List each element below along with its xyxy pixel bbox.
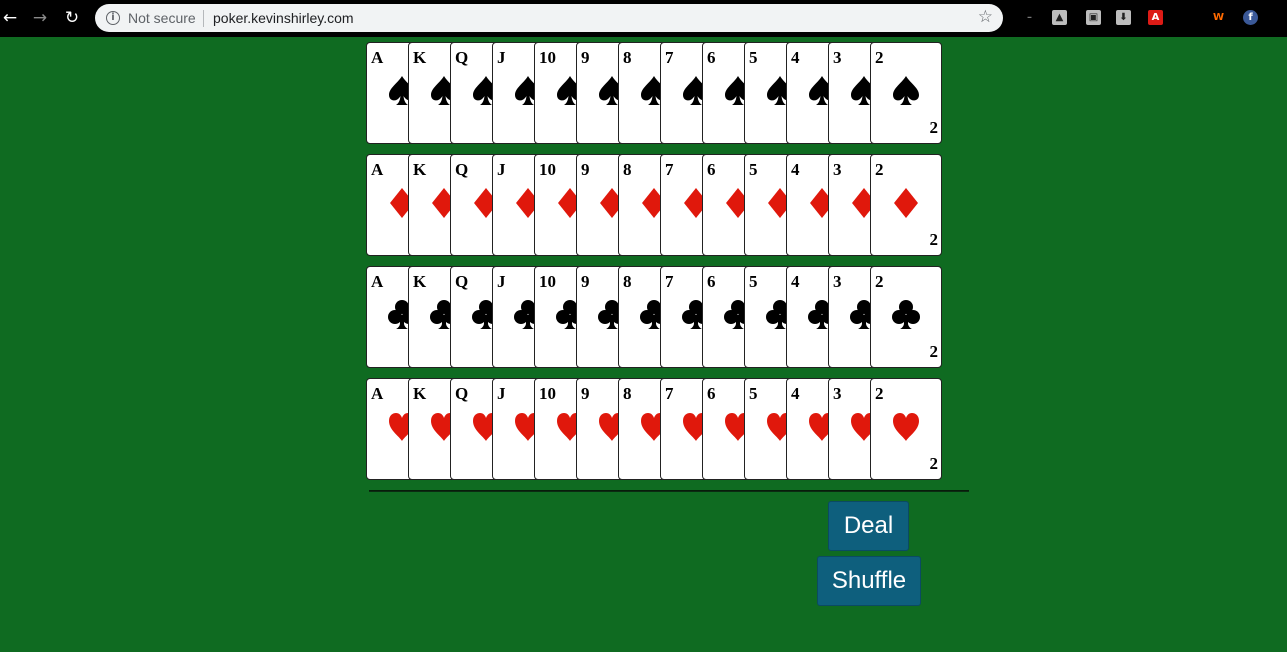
card-rank: 4 (791, 48, 800, 67)
card-rank: 3 (833, 272, 842, 291)
table-divider (369, 490, 969, 492)
diamond-suit-icon (891, 186, 921, 220)
bookmark-star-icon[interactable]: ☆ (978, 7, 993, 27)
card-rank: Q (455, 160, 469, 179)
card-rank: 6 (707, 160, 716, 179)
card-2-of-spades[interactable]: 22 (870, 42, 942, 144)
club-suit-icon (891, 298, 921, 332)
card-rank: 3 (833, 48, 842, 67)
angular-icon[interactable]: A (1148, 10, 1163, 25)
card-rank: 10 (539, 160, 556, 179)
card-rank: K (413, 48, 427, 67)
card-rank: A (371, 272, 384, 291)
card-rank: 5 (749, 48, 758, 67)
card-rank-corner: 2 (929, 342, 939, 361)
card-rank: 4 (791, 384, 800, 403)
card-rank: 8 (623, 384, 632, 403)
card-rank: 5 (749, 160, 758, 179)
card-rank: K (413, 384, 427, 403)
card-rank: 7 (665, 48, 674, 67)
spade-suit-icon (891, 74, 921, 108)
address-bar[interactable]: i Not secure poker.kevinshirley.com ☆ (95, 4, 1003, 32)
card-rank: 6 (707, 384, 716, 403)
card-rank: J (497, 272, 506, 291)
card-rank: Q (455, 48, 469, 67)
reload-icon[interactable]: ↻ (62, 8, 82, 28)
info-icon[interactable]: i (106, 11, 120, 25)
card-row-hearts: A K Q J 10 9 8 7 6 5 4 3 2 2 (366, 378, 942, 480)
card-rank: 9 (581, 160, 590, 179)
card-row-diamonds: A K Q J 10 9 8 7 6 5 4 3 2 2 (366, 154, 942, 256)
card-rank: 4 (791, 272, 800, 291)
wappalyzer-icon[interactable]: W (1211, 10, 1226, 25)
card-row-clubs: A K Q J 10 9 8 7 6 5 4 3 2 2 (366, 266, 942, 368)
card-rank: 10 (539, 48, 556, 67)
card-rank: 2 (875, 384, 884, 403)
deal-button[interactable]: Deal (828, 501, 909, 551)
forward-icon[interactable]: → (30, 8, 50, 28)
card-rank: 9 (581, 384, 590, 403)
card-rank: 5 (749, 272, 758, 291)
card-rank: 6 (707, 48, 716, 67)
card-rank: 4 (791, 160, 800, 179)
card-rank: 10 (539, 272, 556, 291)
card-2-of-diamonds[interactable]: 22 (870, 154, 942, 256)
card-row-spades: A K Q J 10 9 8 7 6 5 4 3 2 2 (366, 42, 942, 144)
card-rank: 2 (875, 48, 884, 67)
download-extension-icon[interactable]: ⬇ (1116, 10, 1131, 25)
card-rank: J (497, 384, 506, 403)
card-2-of-clubs[interactable]: 22 (870, 266, 942, 368)
card-rank: Q (455, 272, 469, 291)
card-rank: A (371, 48, 384, 67)
back-icon[interactable]: ← (0, 8, 20, 28)
drive-icon[interactable]: ▲ (1052, 10, 1067, 25)
card-rank: 2 (875, 272, 884, 291)
card-rank: 10 (539, 384, 556, 403)
card-rank: 9 (581, 48, 590, 67)
card-rank: A (371, 160, 384, 179)
card-2-of-hearts[interactable]: 22 (870, 378, 942, 480)
card-rank: 9 (581, 272, 590, 291)
card-rank: 7 (665, 160, 674, 179)
card-rank: K (413, 160, 427, 179)
card-rank: 3 (833, 384, 842, 403)
card-rank-corner: 2 (929, 230, 939, 249)
card-rank-corner: 2 (929, 118, 939, 137)
shuffle-button[interactable]: Shuffle (817, 556, 921, 606)
facebook-icon[interactable]: f (1243, 10, 1258, 25)
card-rank: Q (455, 384, 469, 403)
url-text[interactable]: poker.kevinshirley.com (213, 10, 354, 26)
address-divider (203, 10, 204, 27)
card-rank-corner: 2 (929, 454, 939, 473)
minimize-icon[interactable]: – (1022, 10, 1037, 25)
card-rank: 6 (707, 272, 716, 291)
image-extension-icon[interactable]: ▣ (1086, 10, 1101, 25)
card-rank: 3 (833, 160, 842, 179)
card-rank: J (497, 160, 506, 179)
card-rank: 5 (749, 384, 758, 403)
card-rank: 7 (665, 384, 674, 403)
card-rank: J (497, 48, 506, 67)
card-rank: 8 (623, 272, 632, 291)
card-rank: 8 (623, 160, 632, 179)
card-rank: 7 (665, 272, 674, 291)
card-rank: A (371, 384, 384, 403)
card-rank: 2 (875, 160, 884, 179)
heart-suit-icon (891, 410, 921, 444)
card-rank: K (413, 272, 427, 291)
browser-toolbar: ← → ↻ i Not secure poker.kevinshirley.co… (0, 0, 1287, 37)
security-label: Not secure (128, 10, 196, 26)
card-rank: 8 (623, 48, 632, 67)
